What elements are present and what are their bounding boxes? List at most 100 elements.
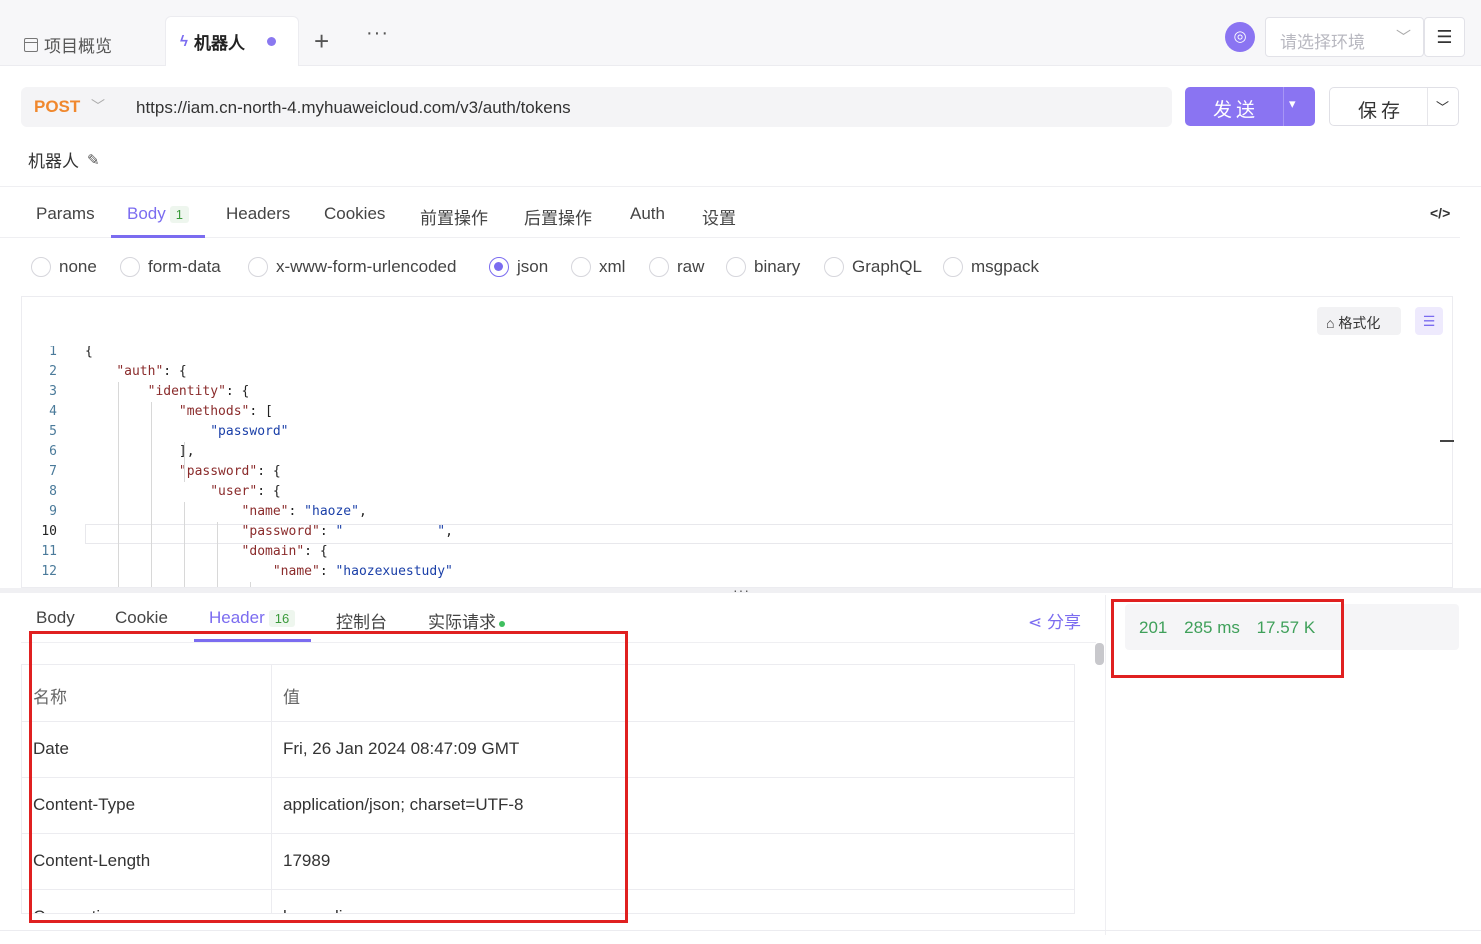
body-type-raw[interactable]: raw — [649, 257, 704, 277]
resp-tab-console-label: 控制台 — [336, 613, 387, 632]
body-type-label: xml — [599, 257, 626, 276]
code-text: "password" — [210, 424, 289, 439]
tab-robot[interactable]: ϟ 机器人 — [165, 16, 299, 66]
code-text: "domain": { — [241, 544, 328, 559]
body-type-graphql[interactable]: GraphQL — [824, 257, 922, 277]
tab-params-label: Params — [36, 204, 95, 223]
edit-icon[interactable]: ✎ — [87, 151, 100, 169]
body-type-label: GraphQL — [852, 257, 922, 276]
code-line: 10 "password": " ", — [22, 524, 1452, 544]
json-body-editor[interactable]: 1{2 "auth": {3 "identity": {4 "methods":… — [21, 346, 1453, 588]
menu-icon[interactable]: ☰ — [1424, 17, 1465, 57]
radio-icon[interactable] — [824, 257, 844, 277]
radio-icon[interactable] — [649, 257, 669, 277]
body-type-msgpack[interactable]: msgpack — [943, 257, 1039, 277]
tab-post-operations[interactable]: 后置操作 — [524, 204, 592, 229]
code-line: 9 "name": "haoze", — [22, 504, 1452, 524]
body-type-xml[interactable]: xml — [571, 257, 625, 277]
editor-toolbar: ⌂ 格式化 ☰ — [21, 296, 1453, 346]
layout-icon — [24, 37, 38, 52]
body-type-label: json — [517, 257, 549, 276]
add-tab-icon[interactable]: + — [314, 26, 329, 57]
scrollbar-marker — [1440, 440, 1454, 442]
radio-icon[interactable] — [726, 257, 746, 277]
share-button[interactable]: ⋖ 分享 — [1028, 608, 1081, 633]
tab-auth[interactable]: Auth — [630, 204, 665, 224]
line-number: 4 — [49, 404, 57, 419]
tab-cookies[interactable]: Cookies — [324, 204, 385, 224]
chevron-down-icon[interactable]: ﹀ — [91, 96, 105, 116]
resp-tab-cookie[interactable]: Cookie — [115, 608, 168, 628]
body-type-json[interactable]: json — [489, 257, 548, 277]
radio-icon[interactable] — [571, 257, 591, 277]
save-button-label: 保存 — [1358, 101, 1405, 122]
body-type-form-data[interactable]: form-data — [120, 257, 221, 277]
request-name-label: 机器人 — [28, 152, 79, 171]
code-text: "password": { — [178, 464, 281, 479]
tab-settings[interactable]: 设置 — [702, 204, 736, 229]
code-text: ], — [85, 444, 195, 459]
tab-body[interactable]: Body 1 — [127, 204, 189, 224]
word-wrap-icon[interactable]: ☰ — [1415, 307, 1443, 335]
indent-guide — [217, 522, 218, 587]
indent-guide — [118, 382, 119, 587]
response-scrollbar[interactable] — [1095, 643, 1104, 665]
code-line: 6 ], — [22, 444, 1452, 464]
share-button-label: 分享 — [1046, 613, 1081, 632]
code-line: 4 "methods": [ — [22, 404, 1452, 424]
indent-guide — [184, 502, 185, 587]
code-line: 11 "domain": { — [22, 544, 1452, 564]
drag-handle-icon[interactable]: ··· — [733, 582, 750, 598]
radio-icon[interactable] — [248, 257, 268, 277]
lightning-icon: ϟ — [180, 33, 188, 50]
divider — [0, 930, 1481, 931]
line-number: 12 — [41, 564, 57, 579]
url-input[interactable]: https://iam.cn-north-4.myhuaweicloud.com… — [136, 98, 571, 118]
send-button-label: 发送 — [1213, 100, 1260, 121]
body-type-none[interactable]: none — [31, 257, 97, 277]
tab-robot-label: 机器人 — [193, 34, 245, 53]
radio-icon[interactable] — [943, 257, 963, 277]
format-button[interactable]: ⌂ 格式化 — [1317, 307, 1401, 335]
line-number: 6 — [49, 444, 57, 459]
body-type-urlencoded[interactable]: x-www-form-urlencoded — [248, 257, 456, 277]
save-button[interactable]: 保存 ﹀ — [1329, 87, 1459, 126]
send-button[interactable]: 发送 ▾ — [1185, 87, 1315, 126]
radio-selected-icon[interactable] — [489, 257, 509, 277]
body-type-binary[interactable]: binary — [726, 257, 800, 277]
code-text: "user": { — [210, 484, 281, 499]
code-text: "auth": { — [116, 364, 187, 379]
radio-icon[interactable] — [31, 257, 51, 277]
tab-headers[interactable]: Headers — [226, 204, 290, 224]
save-dropdown-icon[interactable]: ﹀ — [1436, 97, 1449, 116]
radio-icon[interactable] — [120, 257, 140, 277]
send-dropdown-icon[interactable]: ▾ — [1289, 96, 1296, 112]
more-tabs-icon[interactable]: ··· — [366, 22, 389, 45]
resp-tab-body[interactable]: Body — [36, 608, 75, 628]
code-text: { — [85, 346, 93, 359]
body-type-label: none — [59, 257, 97, 276]
divider — [1105, 595, 1106, 935]
highlight-box — [29, 631, 628, 923]
resp-tab-actual-request[interactable]: 实际请求 — [428, 608, 505, 633]
tab-params[interactable]: Params — [36, 204, 95, 224]
resp-tab-console[interactable]: 控制台 — [336, 608, 387, 633]
environment-select[interactable]: 请选择环境 ﹀ — [1265, 17, 1424, 57]
code-icon[interactable]: </> — [1430, 205, 1450, 221]
tab-pre-operations[interactable]: 前置操作 — [420, 204, 488, 229]
divider — [1427, 88, 1428, 125]
request-tabs: Params Body 1 Headers Cookies 前置操作 后置操作 A… — [0, 200, 1460, 238]
line-number: 5 — [49, 424, 57, 439]
code-text: "methods": [ — [178, 404, 273, 419]
method-select[interactable]: POST — [34, 97, 80, 117]
url-bar[interactable]: POST ﹀ https://iam.cn-north-4.myhuaweicl… — [21, 87, 1172, 127]
tab-body-label: Body — [127, 204, 166, 223]
code-text: "name": "haoze", — [241, 504, 367, 519]
resp-tab-header[interactable]: Header 16 — [209, 608, 296, 628]
body-type-label: raw — [677, 257, 705, 276]
status-dot-icon — [499, 620, 505, 627]
env-manage-icon[interactable]: ◎ — [1225, 22, 1255, 52]
tab-project-overview[interactable]: 项目概览 — [24, 32, 112, 57]
divider — [1283, 87, 1284, 126]
body-type-label: form-data — [148, 257, 221, 276]
